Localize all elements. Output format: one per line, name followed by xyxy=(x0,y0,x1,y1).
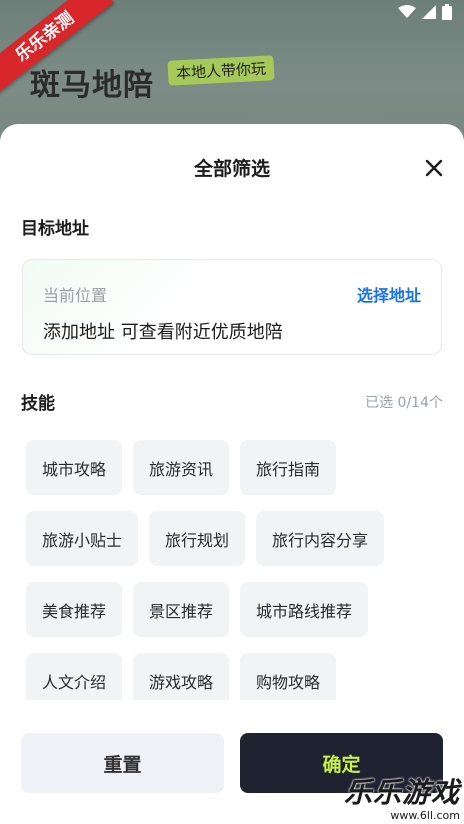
skill-chip[interactable]: 旅行内容分享 xyxy=(256,511,385,566)
skill-chip[interactable]: 城市攻略 xyxy=(26,440,123,495)
watermark-text: 乐乐游戏 xyxy=(343,776,460,809)
address-card[interactable]: 当前位置 选择地址 添加地址 可查看附近优质地陪 xyxy=(22,259,442,355)
chip-row: 美食推荐 景区推荐 城市路线推荐 xyxy=(26,582,446,637)
battery-icon xyxy=(442,4,452,20)
sheet-title: 全部筛选 xyxy=(193,158,270,180)
signal-icon xyxy=(422,5,436,19)
skill-chip[interactable]: 旅游小贴士 xyxy=(26,511,139,566)
chip-row: 城市攻略 旅游资讯 旅行指南 xyxy=(26,440,446,495)
skill-chip[interactable]: 旅游资讯 xyxy=(133,440,230,495)
current-location-label: 当前位置 xyxy=(43,286,108,305)
watermark: 乐乐游戏 www.6ll.com xyxy=(344,771,460,822)
app-logo: 斑马地陪 xyxy=(30,68,154,103)
add-address-hint[interactable]: 添加地址 可查看附近优质地陪 xyxy=(43,318,283,344)
chip-row: 旅游小贴士 旅行规划 旅行内容分享 xyxy=(26,511,446,566)
filter-sheet: 全部筛选 目标地址 当前位置 选择地址 添加地址 可查看附近优质地陪 技能 已选… xyxy=(0,124,464,824)
status-bar xyxy=(398,4,452,20)
skill-chip[interactable]: 城市路线推荐 xyxy=(240,582,369,637)
skill-chip[interactable]: 旅行指南 xyxy=(240,440,337,495)
skill-chip[interactable]: 旅行规划 xyxy=(149,511,246,566)
close-icon[interactable] xyxy=(424,158,444,178)
reset-button[interactable]: 重置 xyxy=(21,733,224,793)
skill-chip[interactable]: 美食推荐 xyxy=(26,582,123,637)
wifi-icon xyxy=(398,5,416,18)
select-address-link[interactable]: 选择地址 xyxy=(357,282,421,306)
skill-chip[interactable]: 景区推荐 xyxy=(133,582,230,637)
skills-section-label: 技能 xyxy=(21,394,55,414)
address-section-label: 目标地址 xyxy=(21,219,89,239)
skill-chip-list: 城市攻略 旅游资讯 旅行指南 旅游小贴士 旅行规划 旅行内容分享 美食推荐 景区… xyxy=(26,440,446,724)
skills-selected-count: 已选 0/14个 xyxy=(365,395,443,411)
